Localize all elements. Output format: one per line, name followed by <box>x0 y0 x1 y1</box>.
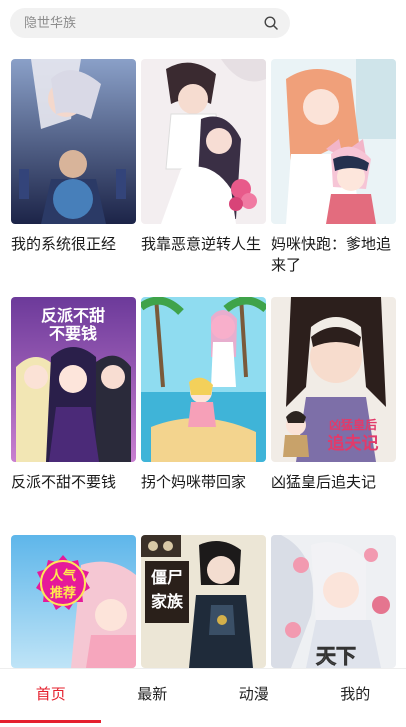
tab-anime[interactable]: 动漫 <box>203 669 305 727</box>
comic-card[interactable]: 凶猛皇后 追夫记 凶猛皇后追夫记 <box>271 297 396 493</box>
cover-title-text: 僵尸 <box>151 568 183 587</box>
comic-card[interactable]: 反派不甜 不要钱 反派不甜不要钱 <box>11 297 136 493</box>
cover-title-text: 家族 <box>151 592 184 611</box>
bottom-tab-bar: 首页 最新 动漫 我的 <box>0 668 406 727</box>
comic-cover[interactable] <box>141 59 266 224</box>
cover-title-text: 不要钱 <box>49 324 97 343</box>
search-icon[interactable] <box>264 16 278 30</box>
comic-cover[interactable]: 凶猛皇后 追夫记 <box>271 297 396 462</box>
cover-title-text: 天下 <box>316 644 356 668</box>
comic-title[interactable]: 妈咪快跑：爹地追来了 <box>271 234 396 276</box>
comic-cover[interactable] <box>141 297 266 462</box>
comic-card[interactable]: 我靠恶意逆转人生 <box>141 59 266 255</box>
comic-title[interactable]: 我的系统很正经 <box>11 234 136 255</box>
comic-cover[interactable] <box>11 59 136 224</box>
comic-title[interactable]: 拐个妈咪带回家 <box>141 472 266 493</box>
cover-title-text: 反派不甜 <box>41 306 105 325</box>
tab-home[interactable]: 首页 <box>0 669 102 727</box>
cover-title-text: 凶猛皇后 <box>329 417 377 432</box>
comic-cover[interactable] <box>271 59 396 224</box>
comic-card[interactable]: 妈咪快跑：爹地追来了 <box>271 59 396 276</box>
comic-card[interactable]: 拐个妈咪带回家 <box>141 297 266 493</box>
tab-mine[interactable]: 我的 <box>305 669 406 727</box>
comic-title[interactable]: 反派不甜不要钱 <box>11 472 136 493</box>
comic-card[interactable]: 僵尸 家族 <box>141 535 266 668</box>
badge-text-line2: 推荐 <box>50 585 76 601</box>
tab-latest[interactable]: 最新 <box>102 669 204 727</box>
active-tab-indicator <box>0 720 101 723</box>
comic-cover[interactable]: 僵尸 家族 <box>141 535 266 668</box>
comic-cover[interactable]: 反派不甜 不要钱 <box>11 297 136 462</box>
comic-card[interactable]: 人气 推荐 <box>11 535 136 668</box>
badge-text-line1: 人气 <box>50 568 76 584</box>
comic-cover[interactable]: 人气 推荐 <box>11 535 136 668</box>
cover-title-text: 追夫记 <box>328 433 379 454</box>
comic-card[interactable]: 天下 <box>271 535 396 668</box>
comic-title[interactable]: 我靠恶意逆转人生 <box>141 234 266 255</box>
comic-card[interactable]: 我的系统很正经 <box>11 59 136 255</box>
comic-title[interactable]: 凶猛皇后追夫记 <box>271 472 396 493</box>
search-bar[interactable] <box>10 8 290 38</box>
comic-cover[interactable]: 天下 <box>271 535 396 668</box>
search-input[interactable] <box>24 8 254 38</box>
